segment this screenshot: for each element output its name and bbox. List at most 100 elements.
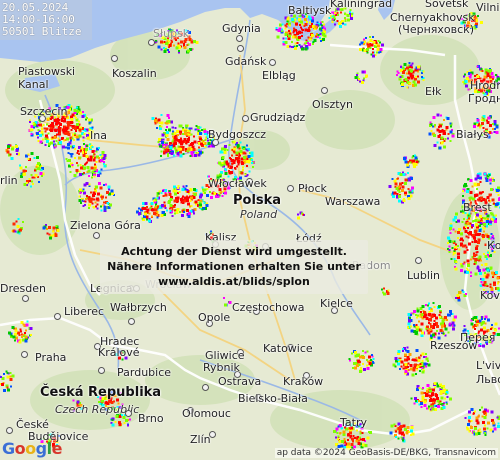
strike-cluster [359, 36, 384, 58]
lightning-strike [162, 195, 165, 198]
lightning-strike [466, 271, 469, 274]
lightning-strike [456, 293, 460, 297]
lightning-strike [195, 125, 198, 128]
lightning-strike [151, 215, 154, 218]
lightning-strike [15, 220, 18, 223]
lightning-strike [281, 23, 284, 26]
city-label-elblag: Elbląg [262, 69, 296, 82]
lightning-strike [395, 187, 399, 190]
lightning-strike [436, 141, 439, 144]
lightning-strike [320, 24, 323, 27]
lightning-strike [449, 231, 452, 234]
city-label-polska: Polska [233, 193, 282, 208]
lightning-strike [177, 185, 180, 188]
lightning-strike [438, 146, 442, 150]
city-marker-lublin [415, 257, 422, 264]
lightning-strike [440, 136, 444, 140]
lightning-strike [87, 206, 90, 209]
lightning-strike [176, 151, 180, 155]
lightning-strike [14, 327, 17, 330]
lightning-strike [284, 41, 288, 44]
lightning-strike [323, 23, 326, 26]
lightning-strike [344, 12, 347, 15]
lightning-strike [443, 145, 447, 149]
lightning-strike [193, 135, 195, 138]
lightning-strike [179, 140, 183, 144]
lightning-strike [336, 432, 339, 435]
city-marker-praha [21, 351, 28, 358]
notice-link[interactable]: www.aldis.at/blids/splon [100, 275, 368, 288]
lightning-strike [299, 24, 302, 27]
lightning-strike [163, 40, 166, 43]
lightning-strike [233, 166, 236, 169]
lightning-strike [455, 261, 458, 263]
lightning-strike [412, 368, 416, 372]
lightning-strike [300, 35, 303, 38]
lightning-strike [409, 69, 413, 73]
lightning-strike [67, 121, 71, 124]
lightning-strike [481, 191, 484, 194]
lightning-strike [468, 419, 471, 422]
lightning-strike [444, 327, 448, 331]
lightning-strike [86, 166, 90, 169]
lightning-strike [79, 156, 82, 159]
lightning-strike [168, 51, 170, 54]
lightning-strike [493, 220, 497, 224]
lightning-strike [428, 310, 431, 313]
lightning-strike [451, 240, 454, 243]
lightning-strike [319, 36, 322, 39]
lightning-strike [16, 225, 20, 229]
lightning-strike [301, 31, 304, 34]
lightning-strike [83, 133, 86, 136]
lightning-strike [177, 148, 181, 152]
lightning-strike [59, 140, 63, 144]
lightning-strike [457, 256, 460, 259]
lightning-strike [407, 64, 410, 67]
lightning-strike [470, 420, 473, 423]
lightning-strike [360, 41, 364, 45]
lightning-strike [432, 388, 436, 392]
lightning-strike [47, 226, 51, 229]
google-logo[interactable]: Google [2, 439, 62, 458]
lightning-strike [366, 51, 369, 54]
lightning-strike [492, 421, 496, 425]
lightning-strike [193, 212, 196, 215]
lightning-strike [99, 186, 103, 190]
lightning-strike [356, 359, 360, 363]
lightning-strike [495, 74, 497, 77]
lightning-strike [343, 23, 346, 26]
lightning-strike [470, 192, 473, 195]
lightning-strike [372, 358, 375, 361]
lightning-strike [292, 31, 295, 34]
lightning-strike [233, 159, 236, 162]
lightning-strike [1, 376, 5, 380]
lightning-strike [364, 443, 368, 447]
lightning-strike [314, 25, 318, 29]
lightning-map[interactable]: Baltiysk Kaliningrad Sovetsk Chernyakhovsk(… [0, 0, 500, 460]
lightning-strike [184, 132, 187, 135]
lightning-strike [24, 166, 27, 168]
lightning-strike [427, 363, 431, 367]
lightning-strike [362, 362, 364, 365]
lightning-strike [439, 315, 442, 318]
lightning-strike [80, 149, 82, 152]
lightning-strike [154, 122, 157, 125]
lightning-strike [194, 200, 198, 204]
lightning-strike [478, 177, 481, 180]
lightning-strike [240, 171, 244, 175]
lightning-strike [176, 200, 179, 203]
lightning-strike [440, 114, 443, 117]
lightning-strike [397, 362, 401, 366]
lightning-strike [482, 427, 486, 431]
lightning-strike [101, 151, 105, 155]
lightning-strike [76, 150, 79, 152]
lightning-strike [410, 313, 413, 316]
lightning-strike [103, 207, 107, 211]
lightning-strike [366, 367, 370, 371]
lightning-strike [12, 335, 16, 339]
lightning-strike [19, 328, 22, 331]
strike-cluster [5, 144, 21, 161]
lightning-strike [85, 162, 88, 165]
lightning-strike [239, 141, 242, 144]
lightning-strike [475, 223, 478, 227]
